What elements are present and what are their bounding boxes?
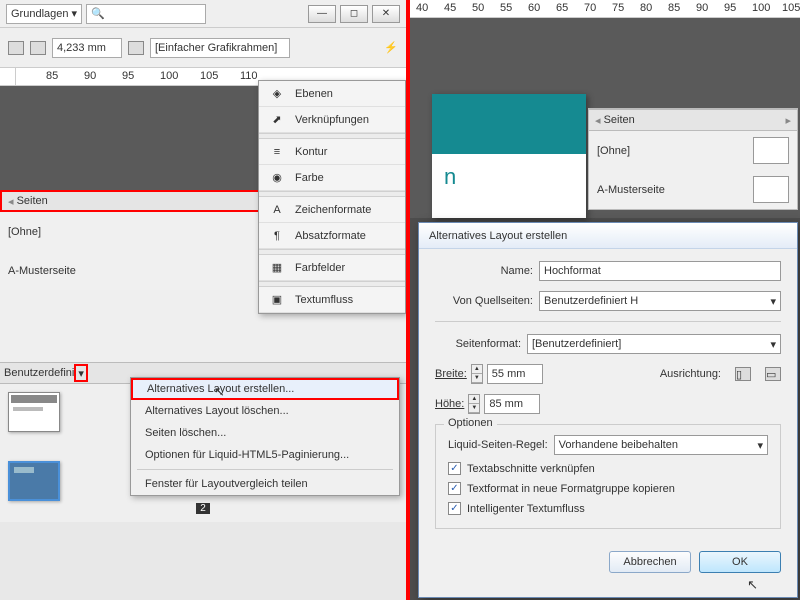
align-icon[interactable] [8, 41, 24, 55]
rule-label: Liquid-Seiten-Regel: [448, 439, 548, 451]
height-input-dlg[interactable] [484, 394, 540, 414]
ctx-liquid-options[interactable]: Optionen für Liquid-HTML5-Paginierung... [131, 444, 399, 466]
frame-icon[interactable] [128, 41, 144, 55]
ctx-delete-alt-layout: Alternatives Layout löschen... [131, 400, 399, 422]
charstyle-icon: A [267, 202, 287, 218]
flyout-zeichenformate[interactable]: AZeichenformate [259, 197, 405, 223]
source-label: Von Quellseiten: [435, 295, 533, 307]
dialog-titlebar[interactable]: Alternatives Layout erstellen [419, 223, 797, 249]
workspace-selector[interactable]: Grundlagen ▾ [6, 4, 82, 24]
format-select[interactable]: [Benutzerdefiniert]▾ [527, 334, 781, 354]
context-menu: Alternatives Layout erstellen... Alterna… [130, 377, 400, 496]
format-label: Seitenformat: [435, 338, 521, 350]
right-seiten-tab[interactable]: ◂ Seiten▸ [589, 109, 797, 131]
search-field[interactable]: 🔍 [86, 4, 206, 24]
height-spinner[interactable]: ▲▼ [468, 394, 480, 414]
frame-type-select[interactable]: [Einfacher Grafikrahmen] [150, 38, 290, 58]
parastyle-icon: ¶ [267, 228, 287, 244]
document-page[interactable]: n [432, 94, 586, 218]
right-seiten-panel: ◂ Seiten▸ [Ohne] A-Musterseite [588, 108, 798, 210]
flyout-farbe[interactable]: ◉Farbe [259, 165, 405, 191]
links-icon: ⬈ [267, 112, 287, 128]
control-toolbar: 4,233 mm [Einfacher Grafikrahmen] ⚡ [0, 28, 406, 68]
swatches-icon: ▦ [267, 260, 287, 276]
textwrap-icon: ▣ [267, 292, 287, 308]
alt-layout-dialog: Alternatives Layout erstellen Name: Von … [418, 222, 798, 598]
page-2-thumb[interactable] [8, 461, 60, 501]
minimize-button[interactable]: — [308, 5, 336, 23]
width-input-dlg[interactable] [487, 364, 543, 384]
landscape-icon[interactable]: ▭ [765, 367, 781, 381]
name-label: Name: [435, 265, 533, 277]
stroke-icon: ≡ [267, 144, 287, 160]
layout-dropdown-button[interactable]: ▾ [74, 364, 88, 382]
flyout-ebenen[interactable]: ◈Ebenen [259, 81, 405, 107]
flyout-absatzformate[interactable]: ¶Absatzformate [259, 223, 405, 249]
ctx-split-compare[interactable]: Fenster für Layoutvergleich teilen [131, 473, 399, 495]
right-seiten-none[interactable]: [Ohne] [589, 131, 797, 170]
layout-name: Benutzerdefini [4, 367, 74, 379]
layers-icon: ◈ [267, 86, 287, 102]
height-label: Höhe: [435, 398, 464, 410]
chk-copy-styles[interactable]: ✓Textformat in neue Formatgruppe kopiere… [448, 482, 768, 495]
ctx-create-alt-layout[interactable]: Alternatives Layout erstellen... [131, 378, 399, 400]
width-label: Breite: [435, 368, 467, 380]
close-button[interactable]: ✕ [372, 5, 400, 23]
chk-smart-reflow[interactable]: ✓Intelligenter Textumfluss [448, 502, 768, 515]
top-toolbar: Grundlagen ▾ 🔍 — ◻ ✕ [0, 0, 406, 28]
width-input[interactable]: 4,233 mm [52, 38, 122, 58]
flyout-kontur[interactable]: ≡Kontur [259, 139, 405, 165]
page-2-label: 2 [196, 503, 210, 514]
right-ruler: 40 45 50 55 60 65 70 75 80 85 90 95 100 … [410, 0, 800, 18]
fit-icon[interactable] [30, 41, 46, 55]
chk-link-stories[interactable]: ✓Textabschnitte verknüpfen [448, 462, 768, 475]
ok-button[interactable]: OK [699, 551, 781, 573]
page-heading-fragment: n [444, 164, 456, 190]
lightning-icon[interactable]: ⚡ [384, 41, 398, 54]
page-1-thumb[interactable] [8, 392, 60, 432]
flyout-textumfluss[interactable]: ▣Textumfluss [259, 287, 405, 313]
color-icon: ◉ [267, 170, 287, 186]
options-group: Optionen Liquid-Seiten-Regel:Vorhandene … [435, 424, 781, 529]
right-seiten-master[interactable]: A-Musterseite [589, 170, 797, 209]
cancel-button[interactable]: Abbrechen [609, 551, 691, 573]
name-input[interactable] [539, 261, 781, 281]
panels-flyout: ◈Ebenen ⬈Verknüpfungen ≡Kontur ◉Farbe AZ… [258, 80, 406, 314]
maximize-button[interactable]: ◻ [340, 5, 368, 23]
rule-select[interactable]: Vorhandene beibehalten▾ [554, 435, 768, 455]
ctx-delete-pages: Seiten löschen... [131, 422, 399, 444]
flyout-farbfelder[interactable]: ▦Farbfelder [259, 255, 405, 281]
width-spinner[interactable]: ▲▼ [471, 364, 483, 384]
options-legend: Optionen [444, 417, 497, 429]
flyout-verknuepfungen[interactable]: ⬈Verknüpfungen [259, 107, 405, 133]
orient-label: Ausrichtung: [660, 368, 721, 380]
portrait-icon[interactable]: ▯ [735, 367, 751, 381]
source-select[interactable]: Benutzerdefiniert H▾ [539, 291, 781, 311]
